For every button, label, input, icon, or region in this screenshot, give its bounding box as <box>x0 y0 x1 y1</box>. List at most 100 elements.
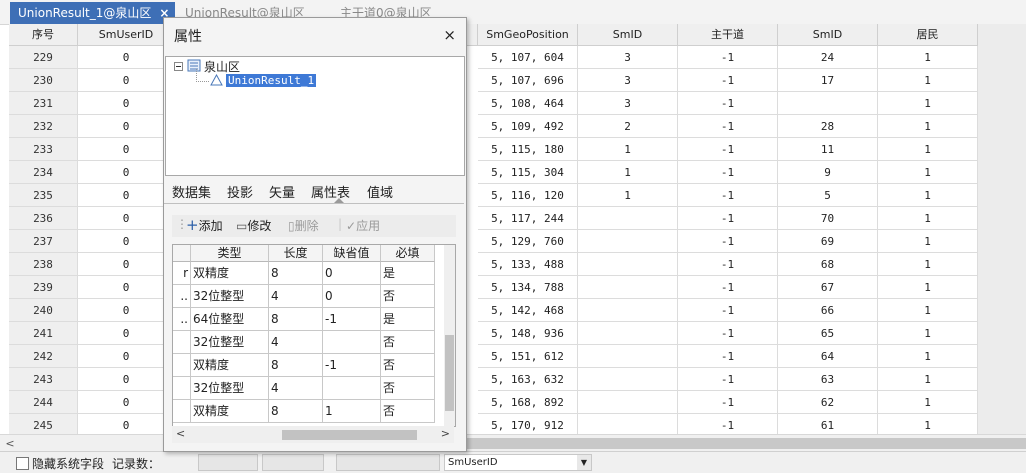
row-index[interactable]: 236 <box>9 207 78 230</box>
table-cell[interactable]: 67 <box>778 276 878 299</box>
hide-system-fields-checkbox[interactable] <box>16 457 29 470</box>
tab-projection[interactable]: 投影 <box>227 182 253 201</box>
field-length-cell[interactable]: 4 <box>269 331 323 354</box>
table-row[interactable]: 245 0 5, 170, 912 -1 61 1 <box>0 414 978 434</box>
field-required-cell[interactable]: 是 <box>381 262 435 285</box>
table-cell[interactable]: 5, 170, 912 <box>478 414 578 434</box>
table-cell[interactable]: 63 <box>778 368 878 391</box>
table-cell[interactable] <box>578 322 678 345</box>
row-index[interactable]: 233 <box>9 138 78 161</box>
table-cell[interactable]: 5 <box>778 184 878 207</box>
scroll-left-icon[interactable]: < <box>176 427 185 440</box>
table-cell[interactable]: -1 <box>678 46 778 69</box>
table-cell[interactable]: 1 <box>878 161 978 184</box>
tree-collapse-icon[interactable] <box>174 60 183 74</box>
table-cell[interactable]: -1 <box>678 207 778 230</box>
column-header[interactable]: 居民 <box>878 24 978 46</box>
table-cell[interactable]: 0 <box>78 161 175 184</box>
table-cell[interactable]: 3 <box>578 92 678 115</box>
table-cell[interactable]: 17 <box>778 69 878 92</box>
table-cell[interactable]: 0 <box>78 414 175 434</box>
table-cell[interactable]: 5, 168, 892 <box>478 391 578 414</box>
field-type-cell[interactable]: 32位整型 <box>191 331 269 354</box>
table-cell[interactable]: 28 <box>778 115 878 138</box>
row-index[interactable]: 244 <box>9 391 78 414</box>
table-cell[interactable]: 2 <box>578 115 678 138</box>
field-type-cell[interactable]: 双精度 <box>191 400 269 423</box>
table-cell[interactable]: 1 <box>578 138 678 161</box>
table-cell[interactable]: 64 <box>778 345 878 368</box>
field-default-cell[interactable]: 0 <box>323 262 381 285</box>
table-cell[interactable]: 5, 115, 180 <box>478 138 578 161</box>
table-cell[interactable]: 5, 116, 120 <box>478 184 578 207</box>
field-required-cell[interactable]: 否 <box>381 400 435 423</box>
table-cell[interactable]: -1 <box>678 184 778 207</box>
field-name-cell[interactable]: r <box>173 262 191 285</box>
field-required-cell[interactable]: 是 <box>381 308 435 331</box>
table-cell[interactable]: 24 <box>778 46 878 69</box>
table-cell[interactable] <box>578 299 678 322</box>
table-cell[interactable]: -1 <box>678 92 778 115</box>
column-header[interactable]: SmUserID <box>78 24 175 46</box>
table-cell[interactable]: -1 <box>678 299 778 322</box>
table-cell[interactable]: 1 <box>578 161 678 184</box>
field-default-cell[interactable]: -1 <box>323 354 381 377</box>
table-cell[interactable]: 1 <box>878 276 978 299</box>
row-index[interactable]: 240 <box>9 299 78 322</box>
row-index[interactable]: 231 <box>9 92 78 115</box>
table-cell[interactable]: 1 <box>878 253 978 276</box>
table-row[interactable]: 234 0 5, 115, 304 1 -1 9 1 <box>0 161 978 184</box>
table-cell[interactable]: 66 <box>778 299 878 322</box>
column-header[interactable]: 序号 <box>9 24 78 46</box>
scroll-thumb[interactable] <box>282 430 417 440</box>
tab-attribute-table[interactable]: 属性表 <box>311 182 350 201</box>
table-cell[interactable]: 1 <box>878 92 978 115</box>
table-cell[interactable]: 5, 117, 244 <box>478 207 578 230</box>
table-cell[interactable]: -1 <box>678 138 778 161</box>
field-type-cell[interactable]: 32位整型 <box>191 377 269 400</box>
field-length-cell[interactable]: 4 <box>269 377 323 400</box>
field-length-cell[interactable]: 8 <box>269 308 323 331</box>
table-cell[interactable]: 5, 107, 696 <box>478 69 578 92</box>
scroll-thumb[interactable] <box>466 438 1026 449</box>
table-cell[interactable]: 0 <box>78 46 175 69</box>
field-type-cell[interactable]: 32位整型 <box>191 285 269 308</box>
field-length-cell[interactable]: 8 <box>269 400 323 423</box>
table-cell[interactable] <box>578 276 678 299</box>
table-cell[interactable]: 5, 108, 464 <box>478 92 578 115</box>
table-cell[interactable] <box>578 391 678 414</box>
table-row[interactable]: 240 0 5, 142, 468 -1 66 1 <box>0 299 978 322</box>
table-cell[interactable]: 1 <box>878 115 978 138</box>
scroll-left-icon[interactable]: < <box>2 435 18 452</box>
table-cell[interactable]: 1 <box>878 207 978 230</box>
field-type-cell[interactable]: 64位整型 <box>191 308 269 331</box>
table-cell[interactable]: -1 <box>678 253 778 276</box>
table-cell[interactable]: -1 <box>678 115 778 138</box>
table-row[interactable]: 236 0 5, 117, 244 -1 70 1 <box>0 207 978 230</box>
row-index[interactable]: 243 <box>9 368 78 391</box>
field-required-cell[interactable]: 否 <box>381 331 435 354</box>
field-default-cell[interactable]: -1 <box>323 308 381 331</box>
table-row[interactable]: 232 0 5, 109, 492 2 -1 28 1 <box>0 115 978 138</box>
table-cell[interactable]: -1 <box>678 161 778 184</box>
table-row[interactable]: 243 0 5, 163, 632 -1 63 1 <box>0 368 978 391</box>
column-header[interactable]: SmID <box>778 24 878 46</box>
chevron-down-icon[interactable]: ▼ <box>577 455 591 470</box>
row-index[interactable]: 239 <box>9 276 78 299</box>
table-cell[interactable]: 5, 107, 604 <box>478 46 578 69</box>
row-index[interactable]: 229 <box>9 46 78 69</box>
table-cell[interactable]: 0 <box>78 115 175 138</box>
table-cell[interactable]: 1 <box>878 230 978 253</box>
table-cell[interactable]: 0 <box>78 92 175 115</box>
field-type-cell[interactable]: 双精度 <box>191 354 269 377</box>
table-row[interactable]: 233 0 5, 115, 180 1 -1 11 1 <box>0 138 978 161</box>
table-row[interactable]: 238 0 5, 133, 488 -1 68 1 <box>0 253 978 276</box>
column-header[interactable]: 主干道 <box>678 24 778 46</box>
scroll-thumb[interactable] <box>445 335 454 411</box>
table-row[interactable]: 230 0 5, 107, 696 3 -1 17 1 <box>0 69 978 92</box>
scroll-right-icon[interactable]: > <box>441 427 450 440</box>
column-header[interactable]: 类型 <box>191 245 269 262</box>
tab-domain[interactable]: 值域 <box>367 182 393 201</box>
field-default-cell[interactable]: 0 <box>323 285 381 308</box>
horizontal-scrollbar[interactable]: < <box>0 434 1026 452</box>
